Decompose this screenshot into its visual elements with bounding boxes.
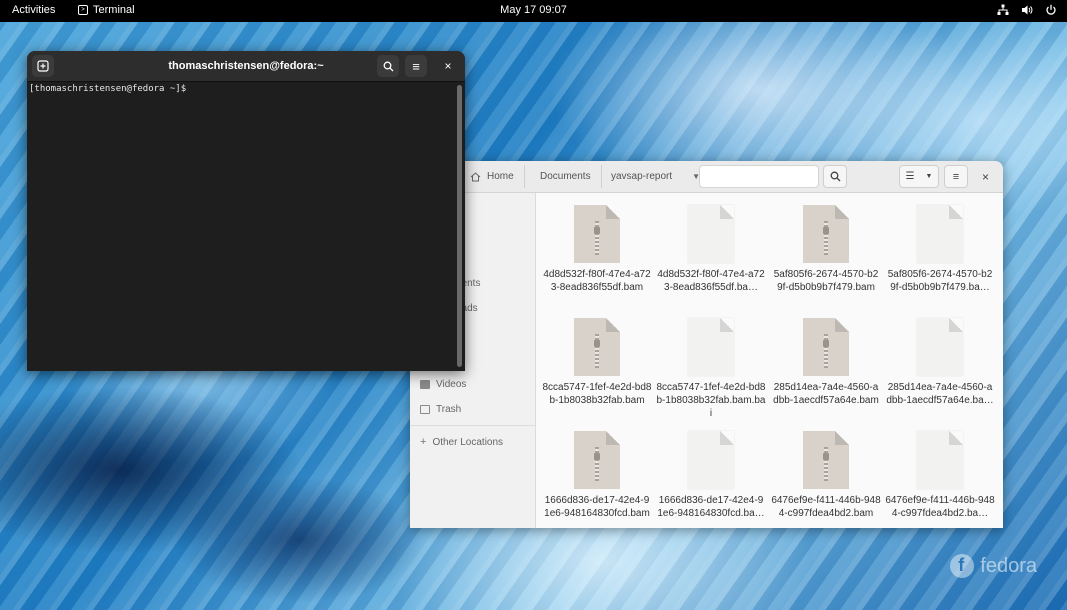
breadcrumb-documents[interactable]: Documents (530, 165, 602, 188)
document-file-icon (917, 318, 963, 376)
power-icon (1045, 4, 1057, 16)
file-item[interactable]: 5af805f6-2674-4570-b29f-d5b0b9b7f479.bam (771, 205, 881, 294)
search-icon (830, 171, 840, 182)
sidebar-item-label: Other Locations (432, 436, 504, 448)
file-name: 1666d836-de17-42e4-91e6-948164830fcd.bam (544, 495, 650, 519)
archive-file-icon (574, 318, 620, 376)
breadcrumb-current-label: yavsap-report (611, 171, 673, 182)
file-name: 1666d836-de17-42e4-91e6-948164830fcd.ba… (657, 495, 765, 519)
archive-file-icon (574, 431, 620, 489)
terminal-search-button[interactable] (377, 55, 399, 77)
file-item[interactable]: 4d8d532f-f80f-47e4-a723-8ead836f55df.ba… (656, 205, 766, 294)
fedora-logo-text: fedora (980, 554, 1037, 577)
chevron-down-icon: ▼ (925, 173, 933, 180)
file-name: 4d8d532f-f80f-47e4-a723-8ead836f55df.bam (543, 269, 651, 293)
file-item[interactable]: 1666d836-de17-42e4-91e6-948164830fcd.bam (542, 431, 652, 520)
files-window: Home Documents yavsap-report ▼ ☰ ▼ ≡ × d… (410, 161, 1003, 528)
breadcrumb-yavsap-report[interactable]: yavsap-report ▼ (601, 165, 710, 188)
close-icon: × (982, 170, 990, 184)
archive-file-icon (803, 318, 849, 376)
terminal-prompt: [thomaschristensen@fedora ~]$ (29, 84, 187, 94)
video-icon (420, 380, 430, 389)
file-name: 8cca5747-1fef-4e2d-bd8b-1b8038b32fab.bam… (656, 382, 766, 419)
file-item[interactable]: 285d14ea-7a4e-4560-adbb-1aecdf57a64e.ba… (885, 318, 995, 407)
file-name: 8cca5747-1fef-4e2d-bd8b-1b8038b32fab.bam (542, 382, 652, 406)
sidebar-item-label: Trash (436, 404, 462, 415)
breadcrumb-home[interactable]: Home (466, 165, 525, 188)
plus-icon: + (420, 436, 427, 448)
path-bar-field[interactable] (699, 165, 819, 188)
file-name: 285d14ea-7a4e-4560-adbb-1aecdf57a64e.ba… (886, 382, 994, 406)
file-item[interactable]: 285d14ea-7a4e-4560-adbb-1aecdf57a64e.bam (771, 318, 881, 407)
file-item[interactable]: 8cca5747-1fef-4e2d-bd8b-1b8038b32fab.bam (542, 318, 652, 407)
network-icon (997, 4, 1009, 16)
sidebar-divider (410, 425, 535, 426)
terminal-title: thomaschristensen@fedora:~ (168, 60, 324, 72)
terminal-scrollbar[interactable] (457, 85, 462, 367)
archive-file-icon (803, 205, 849, 263)
archive-file-icon (803, 431, 849, 489)
file-name: 6476ef9e-f411-446b-9484-c997fdea4bd2.ba… (885, 495, 995, 519)
file-name: 6476ef9e-f411-446b-9484-c997fdea4bd2.bam (771, 495, 881, 519)
terminal-close-button[interactable]: × (437, 55, 459, 77)
fedora-logo-icon (950, 554, 975, 578)
document-file-icon (688, 431, 734, 489)
close-icon: × (444, 59, 452, 73)
home-icon (470, 171, 481, 181)
file-name: 5af805f6-2674-4570-b29f-d5b0b9b7f479.bam (773, 269, 879, 293)
files-headerbar: Home Documents yavsap-report ▼ ☰ ▼ ≡ × (410, 161, 1003, 193)
system-tray[interactable] (997, 4, 1057, 16)
fedora-logo: fedora (950, 554, 1037, 578)
volume-icon (1021, 4, 1033, 16)
file-item[interactable]: 4d8d532f-f80f-47e4-a723-8ead836f55df.bam (542, 205, 652, 294)
search-button[interactable] (823, 165, 847, 188)
file-item[interactable]: 1666d836-de17-42e4-91e6-948164830fcd.ba… (656, 431, 766, 520)
list-view-icon: ☰ (905, 171, 915, 182)
file-name: 4d8d532f-f80f-47e4-a723-8ead836f55df.ba… (657, 269, 765, 293)
terminal-output[interactable]: [thomaschristensen@fedora ~]$ (29, 84, 186, 94)
file-name: 5af805f6-2674-4570-b29f-d5b0b9b7f479.ba… (887, 269, 993, 293)
file-name: 285d14ea-7a4e-4560-adbb-1aecdf57a64e.bam (773, 382, 879, 406)
terminal-window: thomaschristensen@fedora:~ ≡ × [thomasch… (27, 51, 465, 371)
file-item[interactable]: 6476ef9e-f411-446b-9484-c997fdea4bd2.bam (771, 431, 881, 520)
main-menu-button[interactable]: ≡ (944, 165, 968, 188)
file-item[interactable]: 5af805f6-2674-4570-b29f-d5b0b9b7f479.ba… (885, 205, 995, 294)
search-icon (383, 61, 393, 71)
document-file-icon (688, 205, 734, 263)
file-item[interactable]: 6476ef9e-f411-446b-9484-c997fdea4bd2.ba… (885, 431, 995, 520)
trash-icon (420, 405, 430, 414)
document-file-icon (917, 205, 963, 263)
sidebar-item-videos[interactable]: Videos (420, 379, 466, 390)
archive-file-icon (574, 205, 620, 263)
sidebar-item-label: Videos (436, 379, 467, 390)
view-options-button[interactable]: ☰ ▼ (899, 165, 939, 188)
clock[interactable]: May 17 09:07 (0, 4, 1067, 16)
file-item[interactable]: 8cca5747-1fef-4e2d-bd8b-1b8038b32fab.bam… (656, 318, 766, 420)
breadcrumb-home-label: Home (487, 171, 514, 182)
top-bar: Activities > Terminal May 17 09:07 (0, 0, 1067, 22)
sidebar-item-trash[interactable]: Trash (420, 404, 461, 415)
file-grid: 4d8d532f-f80f-47e4-a723-8ead836f55df.bam… (536, 193, 1003, 528)
sidebar-item-other-locations[interactable]: + Other Locations (420, 436, 503, 448)
document-file-icon (917, 431, 963, 489)
hamburger-icon: ≡ (412, 58, 420, 74)
document-file-icon (688, 318, 734, 376)
terminal-menu-button[interactable]: ≡ (405, 55, 427, 77)
hamburger-icon: ≡ (952, 170, 960, 183)
terminal-headerbar: thomaschristensen@fedora:~ ≡ × (27, 51, 465, 82)
close-button[interactable]: × (982, 170, 989, 184)
